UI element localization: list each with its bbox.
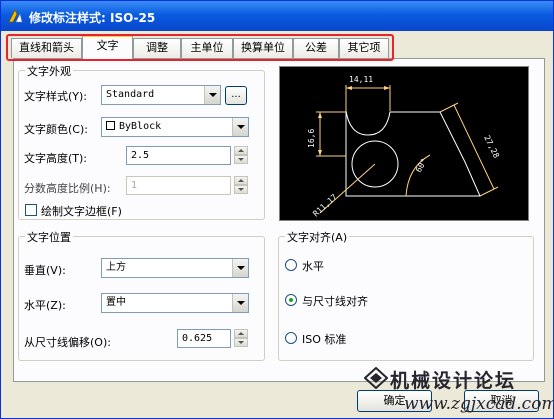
text-height-label: 文字高度(T):: [24, 152, 88, 165]
vertical-value: 上方: [106, 262, 126, 273]
vertical-label: 垂直(V):: [24, 264, 66, 277]
spin-down-icon[interactable]: [234, 155, 248, 164]
tab-alternate-units[interactable]: 换算单位: [233, 38, 293, 58]
fraction-height-label: 分数高度比例(H):: [24, 182, 111, 195]
title-bar[interactable]: 修改标注样式: ISO-25: [1, 1, 553, 31]
chevron-down-icon: [232, 294, 248, 312]
spin-down-icon[interactable]: [234, 185, 248, 194]
text-placement-title: 文字位置: [25, 229, 73, 245]
spin-up-icon[interactable]: [234, 329, 248, 338]
vertical-select[interactable]: 上方: [101, 258, 249, 278]
tab-primary-units[interactable]: 主单位: [181, 38, 233, 58]
align-with-line-radio[interactable]: [285, 294, 297, 306]
dim-angle-text: 60°: [414, 157, 429, 174]
tab-panel-text: 文字外观 文字样式(Y): Standard ... 文字颜色(C): ByBl…: [13, 58, 545, 382]
chevron-down-icon: [204, 86, 220, 104]
text-color-label: 文字颜色(C):: [24, 123, 88, 136]
horizontal-value: 置中: [106, 297, 126, 308]
draw-frame-label: 绘制文字边框(F): [41, 205, 122, 218]
dim-radius-text: R11,17: [311, 192, 339, 218]
align-with-line-label: 与尺寸线对齐: [302, 295, 368, 308]
tab-other[interactable]: 其它项: [339, 38, 389, 58]
offset-label: 从尺寸线偏移(O):: [24, 336, 111, 349]
text-height-input[interactable]: 2.5: [126, 146, 231, 165]
spin-up-icon[interactable]: [234, 176, 248, 185]
fraction-height-spinner[interactable]: [234, 176, 248, 195]
app-icon: [8, 9, 23, 23]
spin-up-icon[interactable]: [234, 146, 248, 155]
offset-input[interactable]: 0.625: [177, 329, 231, 348]
watermark-url: www.zgjxcad.com: [404, 394, 554, 414]
tab-tolerances[interactable]: 公差: [293, 38, 339, 58]
dimension-preview: 14,11 16,6 27,28 60° R11,17: [279, 66, 529, 221]
align-iso-label: ISO 标准: [302, 333, 347, 346]
align-horizontal-radio[interactable]: [285, 259, 297, 271]
offset-spinner[interactable]: [234, 329, 248, 348]
align-iso-radio[interactable]: [285, 332, 297, 344]
text-appearance-title: 文字外观: [25, 63, 73, 79]
horizontal-select[interactable]: 置中: [101, 293, 249, 313]
tab-fit[interactable]: 调整: [133, 38, 181, 58]
text-style-select[interactable]: Standard: [101, 85, 221, 105]
draw-frame-checkbox[interactable]: [25, 204, 37, 216]
align-horizontal-label: 水平: [302, 260, 324, 273]
tab-text[interactable]: 文字: [82, 35, 133, 59]
text-style-label: 文字样式(Y):: [24, 90, 88, 103]
text-color-select[interactable]: ByBlock: [101, 117, 249, 137]
text-height-spinner[interactable]: [234, 146, 248, 165]
chevron-down-icon: [232, 259, 248, 277]
horizontal-label: 水平(Z):: [24, 299, 66, 312]
tab-lines-arrows[interactable]: 直线和箭头: [11, 38, 82, 58]
dim-left-text: 16,6: [307, 129, 316, 148]
preview-drawing: 14,11 16,6 27,28 60° R11,17: [307, 75, 501, 218]
dim-top-text: 14,11: [349, 75, 373, 84]
fraction-height-input[interactable]: 1: [126, 176, 231, 195]
dim-right-text: 27,28: [482, 134, 501, 160]
text-alignment-title: 文字对齐(A): [285, 229, 350, 245]
spin-down-icon[interactable]: [234, 338, 248, 347]
text-style-browse-button[interactable]: ...: [225, 86, 247, 105]
dialog-window: 修改标注样式: ISO-25 直线和箭头 文字 调整 主单位 换算单位 公差 其…: [0, 0, 554, 419]
text-color-value: ByBlock: [119, 121, 162, 132]
chevron-down-icon: [232, 118, 248, 136]
watermark-text: 机械设计论坛: [390, 370, 517, 392]
color-swatch-icon: [106, 121, 115, 130]
window-title: 修改标注样式: ISO-25: [29, 11, 156, 25]
watermark-logo-icon: [364, 367, 388, 389]
text-style-value: Standard: [106, 89, 155, 100]
